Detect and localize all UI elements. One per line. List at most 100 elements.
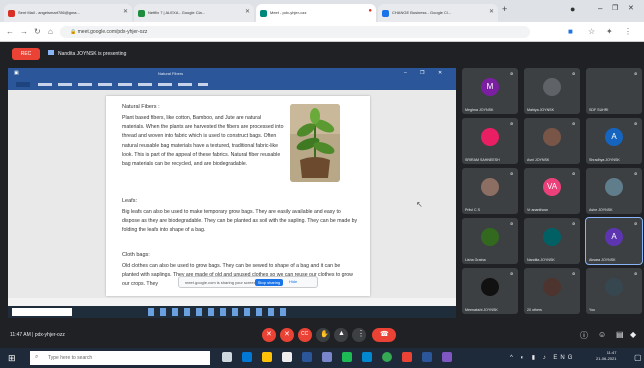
taskbar-search-input[interactable]: ⌕ Type here to search (30, 351, 210, 365)
chat-icon[interactable]: ▤ (616, 330, 624, 339)
minimize-icon[interactable]: – (598, 4, 602, 13)
browser-tab-bar: Sent Mail - angelsmart786@gma... ✕ Netfl… (0, 0, 644, 22)
captions-button[interactable]: CC (298, 328, 312, 342)
close-icon[interactable]: ✕ (489, 8, 494, 15)
muted-mic-icon: ⊘ (572, 121, 576, 126)
windows-start-icon[interactable]: ⊞ (8, 353, 16, 364)
clock[interactable]: 11:47 21-06-2021 (596, 350, 616, 362)
office-icon[interactable] (402, 352, 412, 362)
participant-tile[interactable]: VA Vr ananthcsn ⊘ (524, 168, 580, 214)
participant-tile[interactable]: Avni JOYNSK ⊘ (524, 118, 580, 164)
participant-avatar: M (481, 78, 499, 97)
muted-mic-icon: ⊘ (634, 271, 638, 276)
muted-mic-icon: ⊘ (634, 221, 638, 226)
participant-name: 20 others (527, 308, 542, 312)
docs-icon (382, 10, 389, 17)
participant-name: Mahiya JOYNSK (527, 108, 554, 112)
participant-name: Meghna JOYNSK (465, 108, 494, 112)
task-view-icon[interactable] (222, 352, 232, 362)
participant-name: Aksara JOYNSK (589, 258, 616, 262)
notifications-icon[interactable]: ▢ (634, 353, 642, 362)
word-icon[interactable] (422, 352, 432, 362)
participant-tile[interactable]: Lisha Gratna ⊘ (462, 218, 518, 264)
system-tray-icons[interactable]: ^ ◐ ▮ ♪ ENG (510, 354, 575, 361)
participant-tile[interactable]: You ⊘ (586, 268, 642, 314)
tab-business[interactable]: CHANGE Business - Google Cl... ✕ (378, 4, 498, 22)
shared-taskbar-icons (148, 308, 288, 316)
tab-meet[interactable]: Meet - pdx-yhjer-ozz ● (256, 4, 376, 22)
app-icon[interactable] (442, 352, 452, 362)
ribbon-file-tab[interactable] (16, 82, 30, 87)
file-explorer-icon[interactable] (262, 352, 272, 362)
participant-avatar (543, 278, 561, 297)
skype-icon[interactable] (362, 352, 372, 362)
star-icon[interactable]: ☆ (588, 27, 595, 36)
forward-icon[interactable]: → (20, 27, 28, 36)
close-icon[interactable]: ✕ (123, 8, 128, 15)
ribbon-tabs[interactable] (38, 83, 208, 86)
close-icon[interactable]: ● (368, 8, 372, 14)
participant-tile[interactable]: A Aksara JOYNSK ⊘ (585, 217, 643, 265)
store-icon[interactable] (282, 352, 292, 362)
word-doc-title: Natural Fibers (158, 71, 184, 76)
participant-avatar (605, 78, 623, 97)
participant-tile[interactable]: Mahiya JOYNSK ⊘ (524, 68, 580, 114)
reload-icon[interactable]: ↻ (34, 27, 41, 36)
participant-name: SRIRAM SAHNEESH (465, 158, 500, 162)
raise-hand-button[interactable]: ✋ (316, 328, 330, 342)
participant-tile[interactable]: SDF SUHRI ⊘ (586, 68, 642, 114)
close-icon[interactable]: ✕ (245, 8, 250, 15)
tab-classroom[interactable]: Netflix 7 | ALEXA - Google Cla... ✕ (134, 4, 254, 22)
word-maximize-icon[interactable]: ❐ (420, 70, 424, 76)
leave-call-button[interactable]: ☎ (372, 328, 396, 342)
participant-tile[interactable]: 20 others ⊘ (524, 268, 580, 314)
present-button[interactable]: ▲ (334, 328, 348, 342)
chrome-icon[interactable] (382, 352, 392, 362)
mail-icon[interactable] (302, 352, 312, 362)
more-options-button[interactable]: ⋮ (352, 328, 366, 342)
word-close-icon[interactable]: ✕ (438, 70, 442, 76)
back-icon[interactable]: ← (6, 27, 14, 36)
tab-gmail[interactable]: Sent Mail - angelsmart786@gma... ✕ (4, 4, 132, 22)
participant-tile[interactable]: A Shradhya JOYNSK ⊘ (586, 118, 642, 164)
shared-taskbar (8, 306, 456, 318)
camera-off-button[interactable]: ✕ (280, 328, 294, 342)
edge-icon[interactable] (242, 352, 252, 362)
home-icon[interactable]: ⌂ (48, 27, 53, 36)
participant-tile[interactable]: SRIRAM SAHNEESH ⊘ (462, 118, 518, 164)
camera-indicator-icon[interactable]: ■ (568, 27, 573, 36)
participant-avatar: A (605, 228, 623, 247)
dropbox-icon[interactable] (322, 352, 332, 362)
new-tab-button[interactable]: + (502, 4, 507, 14)
heading-cloth-bags: Cloth bags: (122, 252, 150, 258)
clock-date: 21-06-2021 (596, 356, 617, 361)
menu-icon[interactable]: ⋮ (624, 27, 632, 36)
word-minimize-icon[interactable]: – (404, 70, 407, 76)
participant-tile[interactable]: Ashe JOYNSK ⊘ (586, 168, 642, 214)
meeting-info: 11:47 AM | pdx-yhjer-ozz (10, 332, 65, 338)
tab-label: Meet - pdx-yhjer-ozz (270, 10, 307, 15)
screen-share-banner: meet.google.com is sharing your screen. … (178, 276, 318, 288)
maximize-icon[interactable]: ❐ (612, 4, 618, 12)
muted-mic-icon: ⊘ (510, 221, 514, 226)
participant-tile[interactable]: Meenakshi JOYNSK ⊘ (462, 268, 518, 314)
stop-sharing-button[interactable]: Stop sharing (255, 279, 283, 286)
url-field[interactable]: 🔒 meet.google.com/pdx-yhjer-ozz (60, 26, 530, 38)
extension-icon[interactable]: ✦ (606, 27, 613, 36)
info-icon[interactable]: ⓘ (580, 330, 588, 341)
profile-icon[interactable]: ● (570, 4, 575, 14)
participant-tile[interactable]: Pritvi C S ⊘ (462, 168, 518, 214)
activities-icon[interactable]: ◆ (630, 330, 636, 339)
participant-tile[interactable]: M Meghna JOYNSK ⊘ (462, 68, 518, 114)
people-icon[interactable]: ☺ (598, 330, 606, 339)
spotify-icon[interactable] (342, 352, 352, 362)
mic-off-icon: ✕ (266, 331, 272, 338)
muted-mic-icon: ⊘ (634, 171, 638, 176)
participant-tile[interactable]: Nandita JOYNSK ⊘ (524, 218, 580, 264)
classroom-icon (138, 10, 145, 17)
participant-avatar (481, 228, 499, 247)
window-close-icon[interactable]: ✕ (628, 4, 634, 12)
hide-banner-button[interactable]: Hide (289, 279, 297, 284)
muted-mic-icon: ⊘ (510, 121, 514, 126)
mic-off-button[interactable]: ✕ (262, 328, 276, 342)
